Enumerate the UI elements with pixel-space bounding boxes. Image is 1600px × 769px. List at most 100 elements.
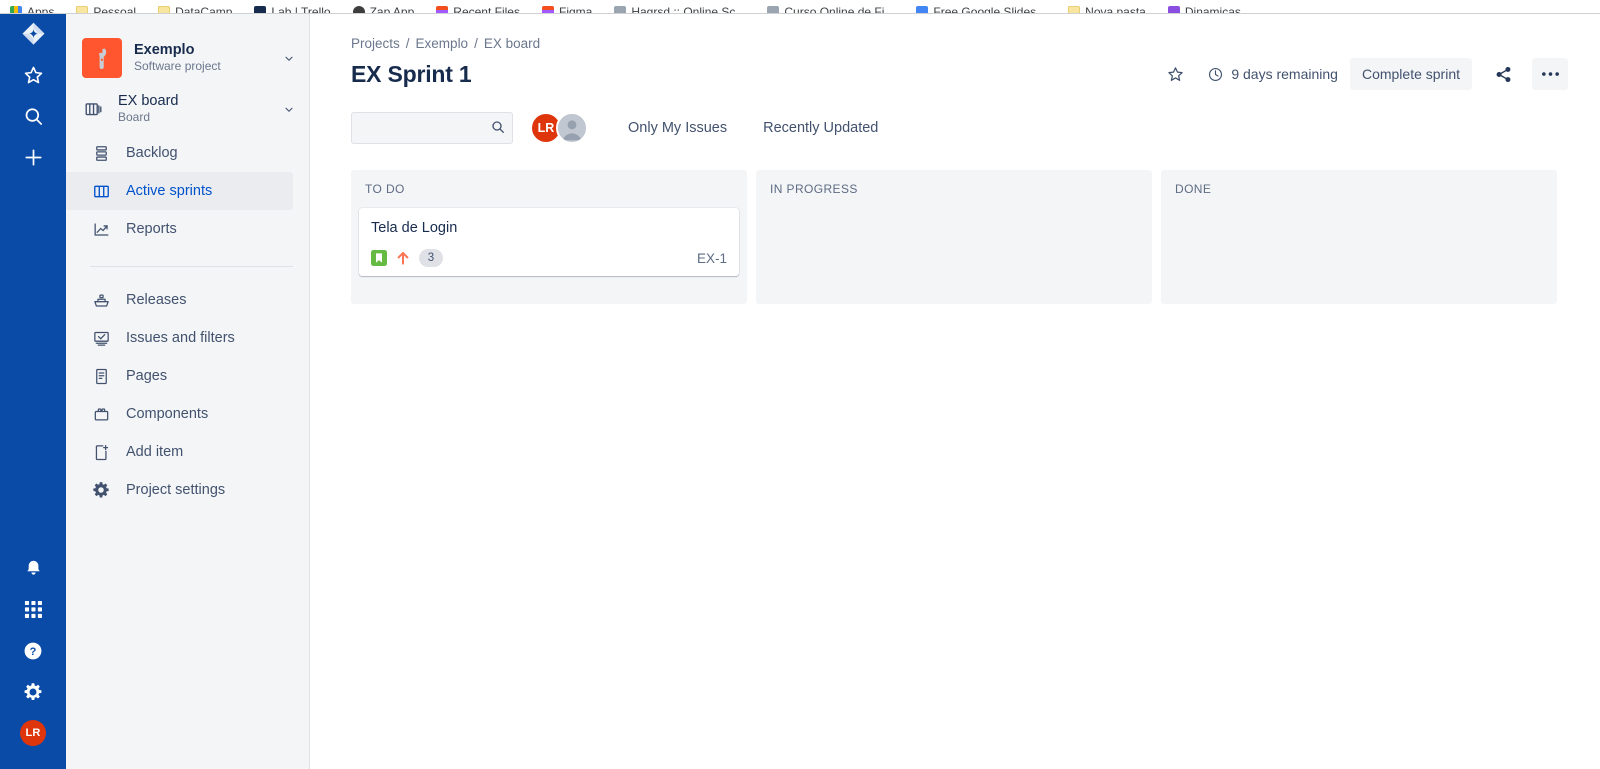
- story-points-badge[interactable]: 3: [419, 249, 443, 267]
- sidebar-item-label: Issues and filters: [126, 330, 235, 346]
- releases-ship-icon: [90, 291, 112, 310]
- column-title: TO DO: [365, 182, 405, 196]
- bookmark-label: Recent Files: [453, 5, 520, 14]
- issue-type-story-icon[interactable]: [371, 250, 387, 266]
- rail-user-avatar[interactable]: LR: [0, 712, 66, 753]
- sidebar-item-project-settings[interactable]: Project settings: [66, 471, 293, 509]
- bookmark-item[interactable]: Lab | Trello: [254, 5, 331, 14]
- sidebar-item-pages[interactable]: Pages: [66, 357, 293, 395]
- folder-icon: [158, 6, 171, 13]
- sidebar-secondary-nav: Releases Issues and filters Pages Compon…: [66, 281, 309, 509]
- trello-icon: [254, 6, 267, 13]
- share-icon: [1496, 66, 1510, 82]
- global-nav-rail: ? LR: [0, 14, 66, 769]
- board-column-in-progress: IN PROGRESS: [756, 170, 1152, 304]
- jira-logo-icon: [22, 22, 44, 45]
- gear-icon: [24, 682, 42, 700]
- main-content: Projects / Exemplo / EX board EX Sprint …: [311, 14, 1600, 769]
- search-icon[interactable]: [0, 96, 66, 137]
- bookmark-label: Lab | Trello: [271, 5, 331, 14]
- bookmark-item[interactable]: Recent Files: [436, 5, 520, 14]
- sidebar-item-issues-and-filters[interactable]: Issues and filters: [66, 319, 293, 357]
- folder-icon: [1068, 6, 1081, 13]
- pages-document-icon: [90, 367, 112, 386]
- sidebar-item-label: Reports: [126, 221, 177, 237]
- purple-app-icon: [1167, 6, 1180, 13]
- priority-high-icon[interactable]: [395, 250, 411, 266]
- days-remaining[interactable]: 9 days remaining: [1193, 58, 1348, 90]
- breadcrumb-projects[interactable]: Projects: [351, 36, 400, 51]
- project-switcher[interactable]: Exemplo Software project: [66, 30, 309, 86]
- avatar-unassigned[interactable]: [556, 112, 588, 144]
- column-title: DONE: [1175, 182, 1212, 196]
- sidebar-item-backlog[interactable]: Backlog: [66, 134, 293, 172]
- app-switcher-icon[interactable]: [0, 589, 66, 630]
- issue-key[interactable]: EX-1: [697, 251, 727, 266]
- person-icon: [558, 114, 586, 142]
- star-outline-icon: [24, 66, 42, 84]
- image-icon: [614, 6, 627, 13]
- search-icon[interactable]: [490, 119, 506, 140]
- bookmark-item[interactable]: Hagrsd :: Online Sc...: [614, 5, 746, 14]
- svg-text:?: ?: [30, 646, 37, 658]
- breadcrumb-exemplo[interactable]: Exemplo: [416, 36, 469, 51]
- complete-sprint-button[interactable]: Complete sprint: [1349, 58, 1472, 90]
- search-input[interactable]: [351, 112, 513, 144]
- bookmark-item[interactable]: Pessoal: [76, 5, 137, 14]
- filter-only-my-issues[interactable]: Only My Issues: [622, 112, 733, 144]
- bookmark-item[interactable]: Dinamicas: [1167, 6, 1241, 13]
- board-switcher[interactable]: EX board Board: [66, 86, 309, 132]
- zap-app-icon: [352, 6, 365, 13]
- sidebar-item-label: Backlog: [126, 145, 178, 161]
- jira-logo[interactable]: [0, 14, 66, 55]
- search-wrap: [351, 112, 513, 144]
- board-type: Board: [118, 110, 151, 124]
- issue-summary: Tela de Login: [371, 220, 458, 236]
- bookmark-item[interactable]: Figma: [541, 6, 592, 13]
- share-button[interactable]: [1486, 58, 1520, 90]
- more-options-icon: [1541, 72, 1559, 76]
- bookmark-item[interactable]: DataCamp: [158, 5, 233, 14]
- plus-icon: [24, 149, 42, 166]
- bookmark-label: Hagrsd :: Online Sc...: [631, 5, 746, 14]
- avatar-initials: LR: [20, 719, 46, 746]
- sidebar-item-label: Add item: [126, 444, 184, 460]
- bookmark-item[interactable]: Curso Online de Fi...: [767, 6, 894, 13]
- board-icon-wrap: [82, 98, 106, 120]
- bookmark-label: DataCamp: [175, 5, 233, 14]
- bookmark-item[interactable]: Nova pasta: [1068, 5, 1146, 14]
- bookmark-item[interactable]: Zap App: [352, 6, 414, 13]
- breadcrumb-ex-board[interactable]: EX board: [484, 36, 540, 51]
- notifications-icon[interactable]: [0, 548, 66, 589]
- add-item-icon: [90, 443, 112, 462]
- starred-icon[interactable]: [0, 55, 66, 96]
- issue-card[interactable]: Tela de Login 3 EX-1: [359, 208, 739, 276]
- sidebar-item-active-sprints[interactable]: Active sprints: [66, 172, 293, 210]
- sidebar-item-add-item[interactable]: Add item: [66, 433, 293, 471]
- settings-icon[interactable]: [0, 671, 66, 712]
- bookmark-label: Pessoal: [93, 5, 137, 14]
- bookmark-item[interactable]: Apps: [10, 6, 54, 13]
- filter-recently-updated[interactable]: Recently Updated: [757, 112, 884, 144]
- wrench-icon: [99, 48, 107, 70]
- bookmark-label: Nova pasta: [1085, 5, 1146, 14]
- sidebar-item-label: Components: [126, 406, 209, 422]
- browser-bookmark-bar: Apps Pessoal DataCamp Lab | Trello Zap App Re…: [0, 0, 1600, 14]
- sidebar-item-label: Active sprints: [126, 183, 213, 199]
- breadcrumb-separator: /: [405, 36, 410, 51]
- star-button[interactable]: [1159, 58, 1191, 90]
- sidebar-item-reports[interactable]: Reports: [66, 210, 293, 248]
- help-icon[interactable]: ?: [0, 630, 66, 671]
- sidebar-item-components[interactable]: Components: [66, 395, 293, 433]
- page-title: EX Sprint 1: [351, 60, 472, 87]
- board-name: EX board: [118, 93, 179, 109]
- sidebar-item-label: Pages: [126, 368, 168, 384]
- column-title: IN PROGRESS: [770, 182, 858, 196]
- folder-icon: [76, 6, 89, 13]
- reports-chart-icon: [90, 220, 112, 239]
- more-options-button[interactable]: [1532, 58, 1568, 90]
- bookmark-item[interactable]: Free Google Slides...: [916, 6, 1046, 13]
- grid-icon: [24, 600, 42, 618]
- sidebar-item-releases[interactable]: Releases: [66, 281, 293, 319]
- create-icon[interactable]: [0, 137, 66, 178]
